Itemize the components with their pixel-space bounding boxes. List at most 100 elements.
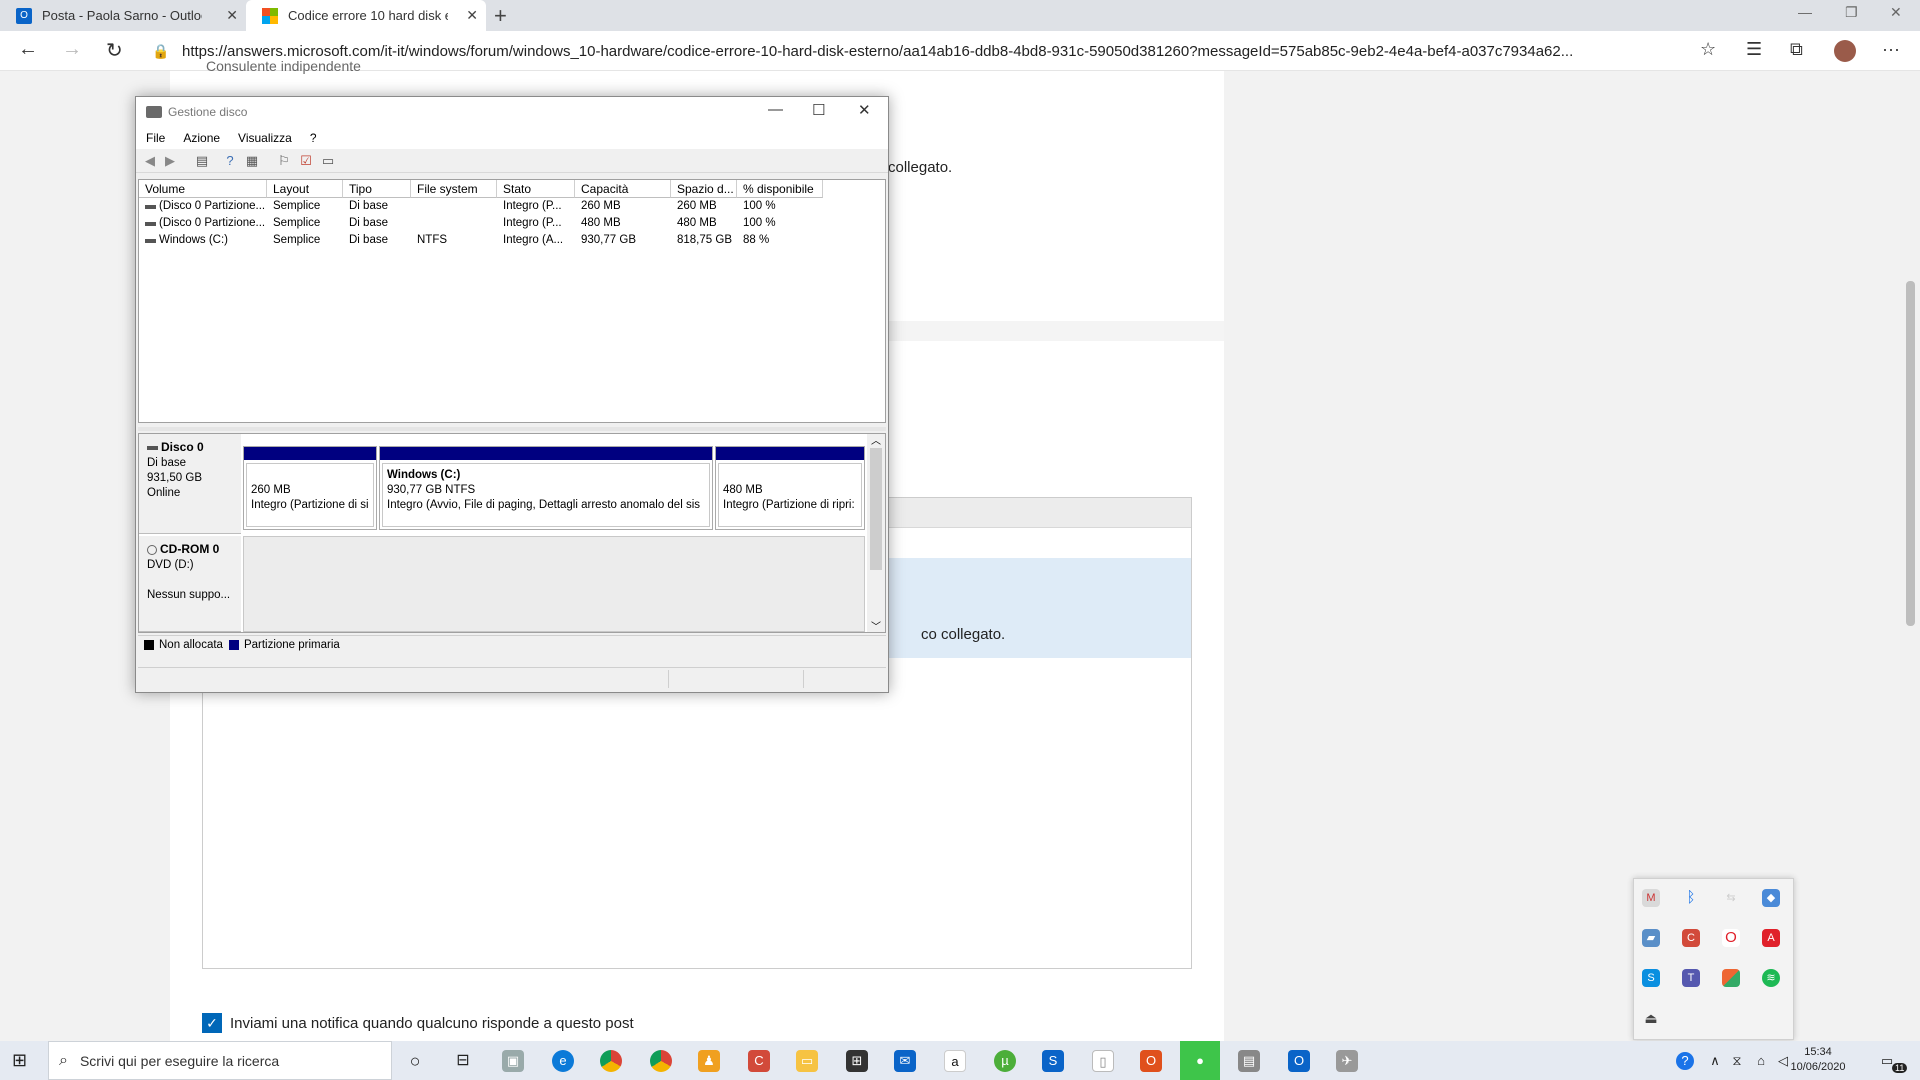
app-icon[interactable]: ♟ xyxy=(698,1050,720,1072)
taskbar-search-box[interactable]: ⌕ Scrivi qui per eseguire la ricerca xyxy=(48,1041,392,1080)
volume-list: Volume Layout Tipo File system Stato Cap… xyxy=(138,179,886,423)
minimize-icon[interactable]: — xyxy=(768,101,783,118)
utorrent-icon[interactable]: µ xyxy=(994,1050,1016,1072)
connect-icon[interactable]: ⚐ xyxy=(276,153,292,169)
close-icon[interactable]: ✕ xyxy=(858,101,871,119)
partition-recovery[interactable]: 480 MB Integro (Partizione di ripri: xyxy=(715,446,865,530)
menu-azione[interactable]: Azione xyxy=(183,131,220,145)
spotify-icon[interactable]: ≋ xyxy=(1762,969,1780,987)
checkbox-checked-icon[interactable]: ✓ xyxy=(202,1013,222,1033)
address-bar[interactable]: 🔒 https://answers.microsoft.com/it-it/wi… xyxy=(140,35,1728,67)
help-icon[interactable]: ? xyxy=(222,153,238,169)
dropbox-icon[interactable]: ⧖ xyxy=(1726,1050,1748,1072)
check-icon[interactable]: ☑ xyxy=(298,153,314,169)
column-header-volume[interactable]: Volume xyxy=(139,180,267,198)
menu-file[interactable]: File xyxy=(146,131,165,145)
color-app-icon[interactable] xyxy=(1722,969,1740,987)
column-header-capacita[interactable]: Capacità xyxy=(575,180,671,198)
chevron-up-icon[interactable]: ∧ xyxy=(1704,1050,1726,1072)
maximize-icon[interactable]: ☐ xyxy=(812,101,825,119)
acrobat-icon[interactable]: A xyxy=(1762,929,1780,947)
display-icon[interactable]: ▰ xyxy=(1642,929,1660,947)
cell-volume: (Disco 0 Partizione... xyxy=(159,217,265,229)
column-header-disponibile[interactable]: % disponibile xyxy=(737,180,823,198)
disk-pane-scrollbar-thumb[interactable] xyxy=(870,448,882,570)
chrome-canary-icon[interactable] xyxy=(650,1050,672,1072)
gmail-notifier-icon[interactable]: M xyxy=(1642,889,1660,907)
cell-capacita: 930,77 GB xyxy=(581,234,636,246)
column-header-spazio[interactable]: Spazio d... xyxy=(671,180,737,198)
ccleaner-icon[interactable]: C xyxy=(748,1050,770,1072)
menu-visualizza[interactable]: Visualizza xyxy=(238,131,292,145)
scroll-down-icon[interactable]: ﹀ xyxy=(871,618,881,633)
close-tab-icon[interactable]: ✕ xyxy=(466,7,478,24)
document-icon[interactable]: ▯ xyxy=(1092,1050,1114,1072)
new-tab-icon[interactable]: + xyxy=(494,3,507,29)
office-icon[interactable]: O xyxy=(1140,1050,1162,1072)
network-icon[interactable]: ⌂ xyxy=(1750,1050,1772,1072)
menu-help[interactable]: ? xyxy=(310,131,317,145)
cdrom-label[interactable]: CD-ROM 0 DVD (D:) Nessun suppo... xyxy=(139,536,241,632)
disk0-label[interactable]: Disco 0 Di base 931,50 GB Online xyxy=(139,434,241,534)
tab-forum[interactable]: Codice errore 10 hard disk esterno ✕ xyxy=(246,0,486,31)
mail-icon[interactable]: ✉ xyxy=(894,1050,916,1072)
console-tree-icon[interactable]: ▤ xyxy=(194,153,210,169)
favorite-star-icon[interactable]: ☆ xyxy=(1700,39,1716,60)
pane-splitter[interactable] xyxy=(138,427,886,431)
page-scrollbar-thumb[interactable] xyxy=(1906,281,1915,626)
more-menu-icon[interactable]: ··· xyxy=(1882,39,1900,60)
partition-system[interactable]: 260 MB Integro (Partizione di si xyxy=(243,446,377,530)
chrome-icon[interactable] xyxy=(600,1050,622,1072)
amazon-icon[interactable]: a xyxy=(944,1050,966,1072)
column-header-tipo[interactable]: Tipo xyxy=(343,180,411,198)
file-explorer-icon[interactable]: ▭ xyxy=(796,1050,818,1072)
disk-management-taskbar-icon[interactable]: ▤ xyxy=(1238,1050,1260,1072)
cell-stato: Integro (P... xyxy=(503,217,562,229)
spotify-icon[interactable]: ● xyxy=(1180,1041,1220,1080)
refresh-icon[interactable]: ↻ xyxy=(106,38,123,63)
forward-arrow-icon[interactable]: ▶ xyxy=(162,153,178,169)
minimize-icon[interactable]: — xyxy=(1798,4,1812,20)
app-icon[interactable]: ▣ xyxy=(502,1050,524,1072)
clock[interactable]: 15:34 10/06/2020 xyxy=(1786,1045,1850,1075)
search-icon: ⌕ xyxy=(59,1051,68,1069)
back-arrow-icon[interactable]: ◀ xyxy=(142,153,158,169)
notify-label: Inviami una notifica quando qualcuno ris… xyxy=(230,1014,634,1032)
app-icon[interactable]: ✈ xyxy=(1336,1050,1358,1072)
ccleaner-icon[interactable]: C xyxy=(1682,929,1700,947)
restore-icon[interactable]: ❐ xyxy=(1845,4,1858,21)
bluetooth-icon[interactable]: ᛒ xyxy=(1682,889,1700,907)
cell-spazio: 480 MB xyxy=(677,217,717,229)
opera-icon[interactable]: O xyxy=(1722,929,1740,947)
skype-icon[interactable]: S xyxy=(1642,969,1660,987)
outlook-icon[interactable]: O xyxy=(1288,1050,1310,1072)
notify-option[interactable]: ✓ Inviami una notifica quando qualcuno r… xyxy=(202,1013,634,1033)
partition-windows[interactable]: Windows (C:) 930,77 GB NTFS Integro (Avv… xyxy=(379,446,713,530)
partition-bar xyxy=(380,447,712,460)
back-icon[interactable]: ← xyxy=(18,38,38,61)
app-icon[interactable]: ◆ xyxy=(1762,889,1780,907)
scroll-up-icon[interactable]: ︿ xyxy=(871,432,881,447)
task-view-icon[interactable]: ⊟ xyxy=(452,1050,474,1072)
edge-icon[interactable]: e xyxy=(552,1050,574,1072)
close-tab-icon[interactable]: ✕ xyxy=(226,7,238,24)
list-view-icon[interactable]: ▭ xyxy=(320,153,336,169)
teams-icon[interactable]: T xyxy=(1682,969,1700,987)
forward-icon[interactable]: → xyxy=(62,38,82,61)
store-icon[interactable]: ⊞ xyxy=(846,1050,868,1072)
network-icon[interactable]: ⇆ xyxy=(1722,889,1740,907)
close-window-icon[interactable]: ✕ xyxy=(1890,4,1902,21)
help-icon[interactable]: ? xyxy=(1676,1052,1694,1070)
favorites-list-icon[interactable]: ☰ xyxy=(1746,39,1762,60)
usb-icon[interactable]: ⏏ xyxy=(1642,1009,1660,1027)
properties-icon[interactable]: ▦ xyxy=(244,153,260,169)
column-header-stato[interactable]: Stato xyxy=(497,180,575,198)
tab-outlook[interactable]: O Posta - Paola Sarno - Outlook ✕ xyxy=(0,0,246,31)
column-header-filesystem[interactable]: File system xyxy=(411,180,497,198)
app-icon[interactable]: S xyxy=(1042,1050,1064,1072)
cortana-icon[interactable]: ○ xyxy=(404,1050,426,1072)
column-header-layout[interactable]: Layout xyxy=(267,180,343,198)
profile-avatar[interactable] xyxy=(1834,40,1856,62)
windows-start-icon[interactable]: ⊞ xyxy=(12,1051,32,1071)
collections-icon[interactable]: ⧉ xyxy=(1790,39,1803,60)
